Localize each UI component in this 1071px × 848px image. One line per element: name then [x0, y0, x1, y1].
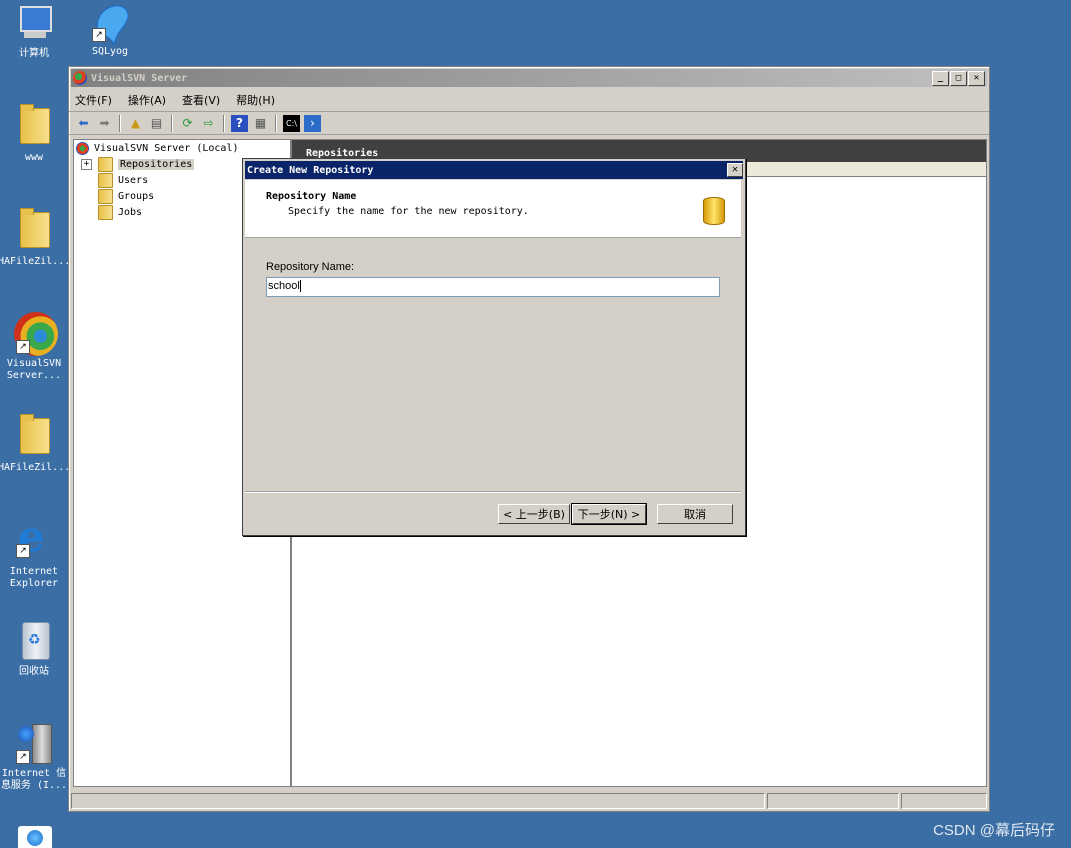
- dialog-title: Create New Repository: [247, 164, 374, 176]
- toolbar: ⬅ ➡ ▲ ▤ ⟳ ⇨ ? ▦ C:\ ›: [69, 112, 989, 135]
- desktop-icon-label: Internet 信 息服务 (I...: [0, 768, 68, 791]
- dialog-close-button[interactable]: ✕: [727, 163, 743, 177]
- status-panel-main: [71, 793, 766, 809]
- dialog-separator: [245, 491, 741, 493]
- folder-icon: [98, 156, 113, 172]
- close-button[interactable]: ✕: [968, 70, 985, 86]
- up-folder-icon[interactable]: ▲: [127, 115, 144, 132]
- repository-name-input[interactable]: school: [266, 277, 720, 297]
- database-icon: [703, 197, 725, 225]
- desktop-icon-iis[interactable]: ↗ Internet 信 息服务 (I...: [0, 722, 70, 792]
- maximize-button[interactable]: □: [950, 70, 967, 86]
- status-panel-2: [767, 793, 900, 809]
- desktop-icon-filezilla-2[interactable]: HAFileZil...: [0, 414, 70, 474]
- dialog-subheading: Specify the name for the new repository.: [288, 206, 529, 217]
- dolphin-icon: ↗: [90, 0, 130, 46]
- tree-root-label: VisualSVN Server (Local): [94, 142, 239, 154]
- menu-help[interactable]: 帮助(H): [236, 92, 275, 108]
- desktop-icon-visualsvn[interactable]: ↗ VisualSVN Server...: [0, 312, 70, 382]
- show-hide-tree-icon[interactable]: ▤: [148, 115, 165, 132]
- window-titlebar[interactable]: VisualSVN Server _ □ ✕: [71, 69, 987, 87]
- folder-icon: [98, 188, 113, 204]
- toolbar-separator: [119, 114, 121, 132]
- desktop-icon-ie[interactable]: e ↗ Internet Explorer: [0, 516, 70, 590]
- visualsvn-server-icon: [76, 141, 89, 155]
- desktop-icon-label: Internet Explorer: [9, 566, 59, 589]
- toolbar-separator: [275, 114, 277, 132]
- properties-icon[interactable]: ▦: [252, 115, 269, 132]
- next-button[interactable]: 下一步(N) >: [571, 503, 647, 525]
- desktop-icon-sqlyog[interactable]: ↗ SQLyog: [74, 0, 146, 58]
- folder-icon: [98, 172, 113, 188]
- tree-item-label: Users: [118, 174, 149, 186]
- desktop-icon-label: 回收站: [19, 666, 49, 677]
- repository-name-label: Repository Name:: [266, 261, 355, 273]
- folder-icon: [98, 204, 113, 220]
- tree-item-label: Jobs: [118, 206, 143, 218]
- tree-item-label: Repositories: [118, 158, 195, 170]
- help-icon[interactable]: ?: [231, 114, 248, 132]
- desktop-icon-www[interactable]: www: [0, 104, 70, 164]
- iis-server-icon: ↗: [14, 722, 54, 764]
- desktop-icon-label: VisualSVN Server...: [6, 358, 62, 381]
- folder-icon: [14, 104, 54, 144]
- menu-bar: 文件(F) 操作(A) 查看(V) 帮助(H): [69, 89, 989, 112]
- create-repository-dialog: Create New Repository ✕ Repository Name …: [242, 158, 746, 536]
- cancel-button[interactable]: 取消: [657, 504, 733, 524]
- desktop-icon-filezilla-1[interactable]: HAFileZil...: [0, 208, 70, 268]
- desktop-icon-partial[interactable]: [18, 826, 52, 848]
- export-list-icon[interactable]: ⇨: [200, 115, 217, 132]
- status-bar: [69, 791, 989, 811]
- dialog-header: Repository Name Specify the name for the…: [245, 180, 741, 238]
- shortcut-arrow-icon: ↗: [16, 544, 30, 558]
- desktop-icon-label: www: [24, 152, 44, 163]
- menu-file[interactable]: 文件(F): [75, 92, 112, 108]
- visualsvn-icon: ↗: [14, 312, 58, 356]
- menu-view[interactable]: 查看(V): [182, 92, 220, 108]
- dialog-heading: Repository Name: [266, 191, 357, 202]
- watermark: CSDN @幕后码仔: [933, 822, 1055, 839]
- refresh-icon[interactable]: ⟳: [179, 115, 196, 132]
- dialog-titlebar[interactable]: Create New Repository ✕: [245, 161, 743, 179]
- window-title: VisualSVN Server: [91, 72, 188, 84]
- recycle-bin-icon: ♻: [14, 620, 54, 660]
- powershell-icon[interactable]: ›: [304, 114, 321, 132]
- desktop-icon-label: HAFileZil...: [0, 256, 71, 267]
- globe-icon: [27, 830, 43, 846]
- shortcut-arrow-icon: ↗: [16, 340, 30, 354]
- expand-plus-icon[interactable]: +: [81, 158, 92, 170]
- tree-item-label: Groups: [118, 190, 155, 202]
- internet-explorer-icon: e ↗: [16, 512, 45, 561]
- command-prompt-icon[interactable]: C:\: [283, 114, 300, 132]
- shortcut-arrow-icon: ↗: [16, 750, 30, 764]
- forward-arrow-icon[interactable]: ➡: [96, 115, 113, 132]
- shortcut-arrow-icon: ↗: [92, 28, 106, 42]
- desktop-icon-label: HAFileZil...: [0, 462, 71, 473]
- zip-folder-icon: [14, 414, 54, 454]
- folder-icon: [14, 208, 54, 248]
- menu-action[interactable]: 操作(A): [128, 92, 166, 108]
- toolbar-separator: [223, 114, 225, 132]
- desktop-icon-recycle-bin[interactable]: ♻ 回收站: [0, 620, 70, 678]
- back-arrow-icon[interactable]: ⬅: [75, 115, 92, 132]
- computer-icon: [14, 4, 54, 44]
- minimize-button[interactable]: _: [932, 70, 949, 86]
- back-button[interactable]: < 上一步(B): [498, 504, 570, 524]
- toolbar-separator: [171, 114, 173, 132]
- tree-root[interactable]: VisualSVN Server (Local): [74, 140, 290, 156]
- desktop-icon-label: 计算机: [19, 48, 49, 59]
- desktop-icon-computer[interactable]: 计算机: [0, 4, 70, 60]
- visualsvn-app-icon: [73, 71, 87, 85]
- status-panel-3: [901, 793, 987, 809]
